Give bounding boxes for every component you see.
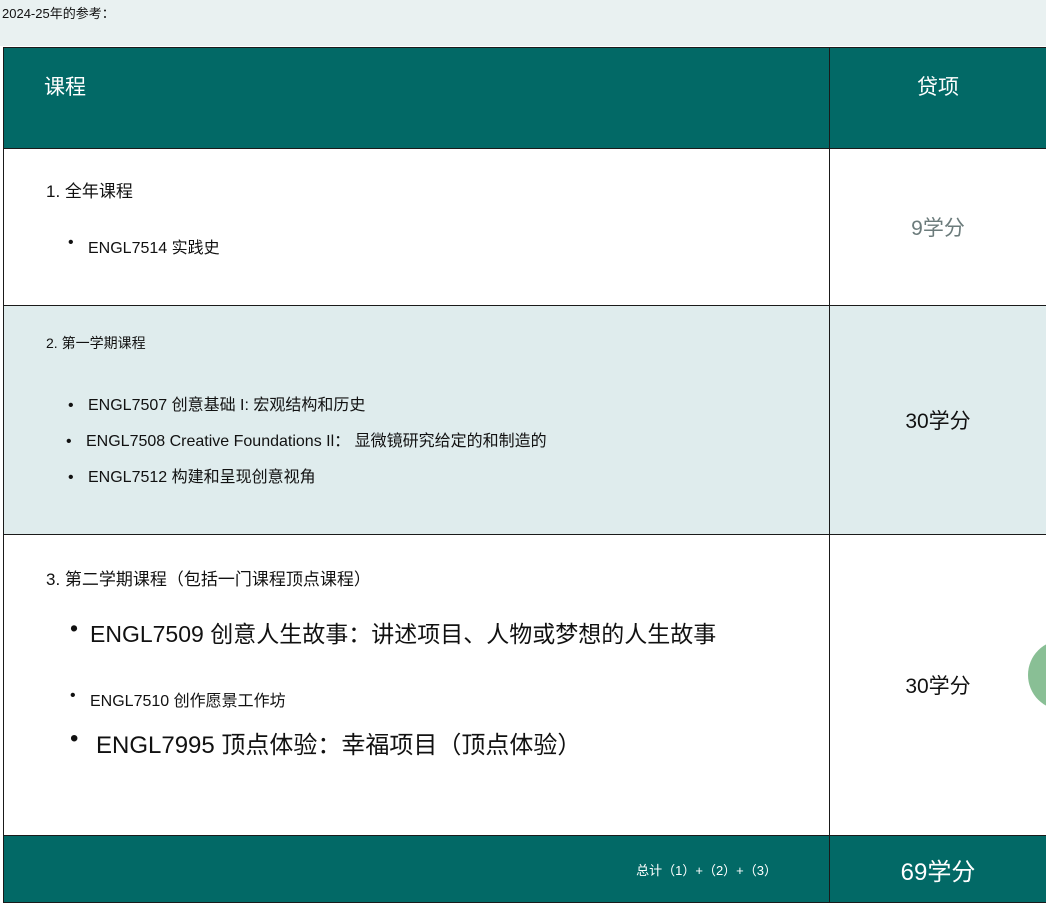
section-cell-semester-2: 3. 第二学期课程（包括一门课程顶点课程） ENGL7509 创意人生故事：讲述… <box>3 534 830 836</box>
section-cell-full-year: 1. 全年课程 ENGL7514 实践史 <box>3 148 830 306</box>
section-title: 3. 第二学期课程（包括一门课程顶点课程） <box>46 570 371 589</box>
credits-cell: 30学分 <box>829 534 1046 836</box>
totals-row: 总计（1）+（2）+（3） 69学分 <box>3 835 1046 903</box>
top-banner: 2024-25年的参考： <box>0 0 1046 46</box>
column-header-credits: 贷项 <box>829 47 1046 149</box>
credits-cell: 30学分 <box>829 305 1046 535</box>
course-item: ENGL7509 创意人生故事：讲述项目、人物或梦想的人生故事 <box>70 615 716 649</box>
table-row: 3. 第二学期课程（包括一门课程顶点课程） ENGL7509 创意人生故事：讲述… <box>3 534 1046 836</box>
course-item: ENGL7514 实践史 <box>68 234 220 258</box>
course-item: ENGL7507 创意基础 I: 宏观结构和历史 <box>68 388 549 424</box>
course-item: ENGL7508 Creative Foundations Il： 显微镜研究给… <box>66 424 547 460</box>
table-row: 2. 第一学期课程 ENGL7507 创意基础 I: 宏观结构和历史 ENGL7… <box>3 305 1046 535</box>
section-title: 1. 全年课程 <box>46 182 133 201</box>
section-title: 2. 第一学期课程 <box>46 335 146 351</box>
course-item: ENGL7512 构建和呈现创意视角 <box>68 460 549 496</box>
course-item: ENGL7510 创作愿景工作坊 <box>70 687 716 711</box>
course-item: ENGL7995 顶点体验：幸福项目（顶点体验） <box>70 725 716 760</box>
total-credits: 69学分 <box>829 835 1046 903</box>
section-cell-semester-1: 2. 第一学期课程 ENGL7507 创意基础 I: 宏观结构和历史 ENGL7… <box>3 305 830 535</box>
total-label: 总计（1）+（2）+（3） <box>3 835 830 903</box>
course-table: 课程 贷项 1. 全年课程 ENGL7514 实践史 9学分 2. 第一学期课程… <box>3 47 1046 903</box>
reference-note: 2024-25年的参考： <box>2 6 115 21</box>
table-row: 1. 全年课程 ENGL7514 实践史 9学分 <box>3 148 1046 306</box>
table-header-row: 课程 贷项 <box>3 47 1046 149</box>
credits-cell: 9学分 <box>829 148 1046 306</box>
column-header-course: 课程 <box>3 47 830 149</box>
